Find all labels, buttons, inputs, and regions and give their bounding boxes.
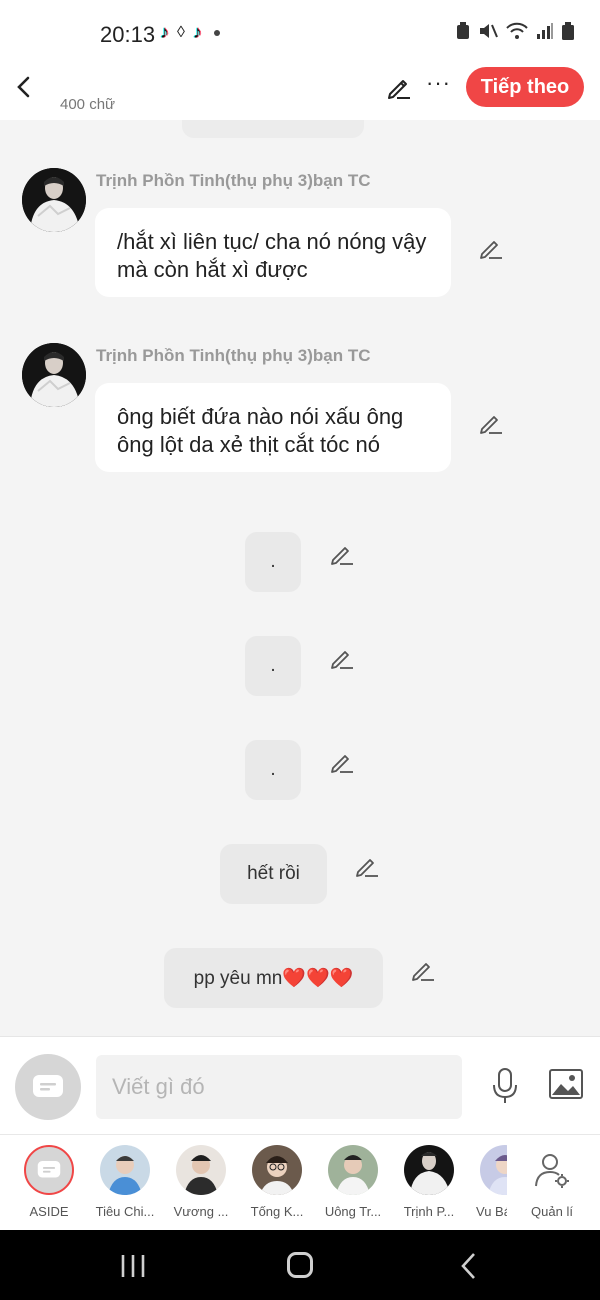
- character-item[interactable]: Uông Tr...: [319, 1145, 387, 1219]
- status-time: 20:13: [100, 22, 156, 47]
- message-input[interactable]: [96, 1055, 462, 1119]
- system-icons: [456, 22, 574, 40]
- character-avatar-image: [252, 1145, 302, 1195]
- character-avatar-image: [22, 343, 86, 407]
- character-name: Vương ...: [173, 1204, 229, 1219]
- character-item[interactable]: Tống K...: [243, 1145, 311, 1219]
- wifi-icon: [506, 22, 528, 39]
- message-bubble[interactable]: ông biết đứa nào nói xấu ông ông lột da …: [95, 383, 451, 472]
- next-button[interactable]: Tiếp theo: [466, 67, 584, 107]
- recent-apps-icon[interactable]: [120, 1254, 146, 1278]
- edit-pen-icon[interactable]: [330, 646, 354, 670]
- tiktok-icon: ♪: [160, 22, 169, 42]
- character-name: Quản lí: [531, 1204, 573, 1219]
- image-icon[interactable]: [548, 1068, 584, 1100]
- character-strip: ASIDE Tiêu Chi... Vương ... Tống K... Uô…: [0, 1134, 600, 1230]
- character-avatar: [100, 1145, 150, 1195]
- chat-area: Trịnh Phồn Tinh(thụ phụ 3)bạn TC /hắt xì…: [0, 120, 600, 1036]
- status-bar: 20:13 ♪ ◊ ♪: [0, 0, 600, 66]
- edit-pen-icon[interactable]: [330, 750, 354, 774]
- narration-bubble[interactable]: hết rồi: [220, 844, 327, 904]
- avatar[interactable]: [22, 168, 86, 232]
- character-name: Trịnh P...: [403, 1204, 455, 1219]
- character-name: Tống K...: [250, 1204, 304, 1219]
- character-name: ASIDE: [29, 1204, 69, 1219]
- narration-bubble[interactable]: .: [245, 532, 301, 592]
- character-avatar-image: [404, 1145, 454, 1195]
- edit-pen-icon[interactable]: [479, 236, 503, 260]
- more-notifications-icon: [213, 29, 220, 36]
- word-count: 400 chữ: [60, 96, 116, 113]
- character-avatar: [480, 1145, 507, 1195]
- composer-bar: [0, 1036, 600, 1134]
- more-options-icon[interactable]: ···: [426, 70, 451, 96]
- sender-name: Trịnh Phồn Tinh(thụ phụ 3)bạn TC: [96, 171, 371, 190]
- system-nav-bar: [0, 1230, 600, 1300]
- character-avatar: [252, 1145, 302, 1195]
- aside-chat-icon: [37, 1161, 61, 1178]
- message-bubble[interactable]: /hắt xì liên tục/ cha nó nóng vậy mà còn…: [95, 208, 451, 297]
- narration-bubble[interactable]: .: [245, 740, 301, 800]
- character-avatar-image: [176, 1145, 226, 1195]
- aside-avatar: [24, 1145, 74, 1195]
- battery-saver-icon: [457, 22, 469, 39]
- avatar[interactable]: [22, 343, 86, 407]
- character-name: Vu Bá: [476, 1204, 507, 1219]
- edit-pen-icon[interactable]: [479, 411, 503, 435]
- home-icon[interactable]: [287, 1252, 313, 1278]
- character-avatar-image: [100, 1145, 150, 1195]
- character-avatar-image: [480, 1145, 507, 1195]
- manage-icon-wrap: [527, 1145, 577, 1195]
- character-avatar: [176, 1145, 226, 1195]
- character-item[interactable]: Trịnh P...: [395, 1145, 463, 1219]
- back-icon[interactable]: [460, 1252, 478, 1280]
- diamond-icon: ◊: [177, 23, 185, 41]
- character-item[interactable]: Tiêu Chi...: [91, 1145, 159, 1219]
- character-name: Tiêu Chi...: [95, 1204, 155, 1219]
- edit-pen-icon[interactable]: [386, 74, 412, 100]
- character-avatar: [328, 1145, 378, 1195]
- manage-characters-button[interactable]: Quản lí: [518, 1145, 586, 1219]
- user-settings-icon: [535, 1154, 569, 1188]
- sender-name: Trịnh Phồn Tinh(thụ phụ 3)bạn TC: [96, 346, 371, 365]
- mute-icon: [480, 24, 498, 38]
- narration-bubble[interactable]: .: [245, 636, 301, 696]
- character-avatar-image: [22, 168, 86, 232]
- editor-header: 400 chữ ··· Tiếp theo: [0, 66, 600, 120]
- signal-icon: [537, 23, 553, 39]
- character-avatar: [404, 1145, 454, 1195]
- previous-message-stub: [182, 120, 364, 138]
- aside-toggle-button[interactable]: [15, 1054, 81, 1120]
- back-arrow-icon[interactable]: [12, 72, 36, 102]
- narration-bubble[interactable]: pp yêu mn❤️❤️❤️: [164, 948, 383, 1008]
- microphone-icon[interactable]: [490, 1067, 520, 1105]
- edit-pen-icon[interactable]: [355, 854, 379, 878]
- character-aside[interactable]: ASIDE: [15, 1145, 83, 1219]
- character-name: Uông Tr...: [324, 1204, 382, 1219]
- aside-chat-icon: [33, 1075, 63, 1097]
- tiktok-icon: ♪: [192, 22, 202, 42]
- notification-icons: ♪ ◊ ♪: [160, 22, 220, 43]
- character-avatar-image: [328, 1145, 378, 1195]
- battery-icon: [562, 22, 574, 40]
- character-item[interactable]: Vu Bá: [471, 1145, 507, 1219]
- edit-pen-icon[interactable]: [330, 542, 354, 566]
- edit-pen-icon[interactable]: [411, 958, 435, 982]
- character-item[interactable]: Vương ...: [167, 1145, 235, 1219]
